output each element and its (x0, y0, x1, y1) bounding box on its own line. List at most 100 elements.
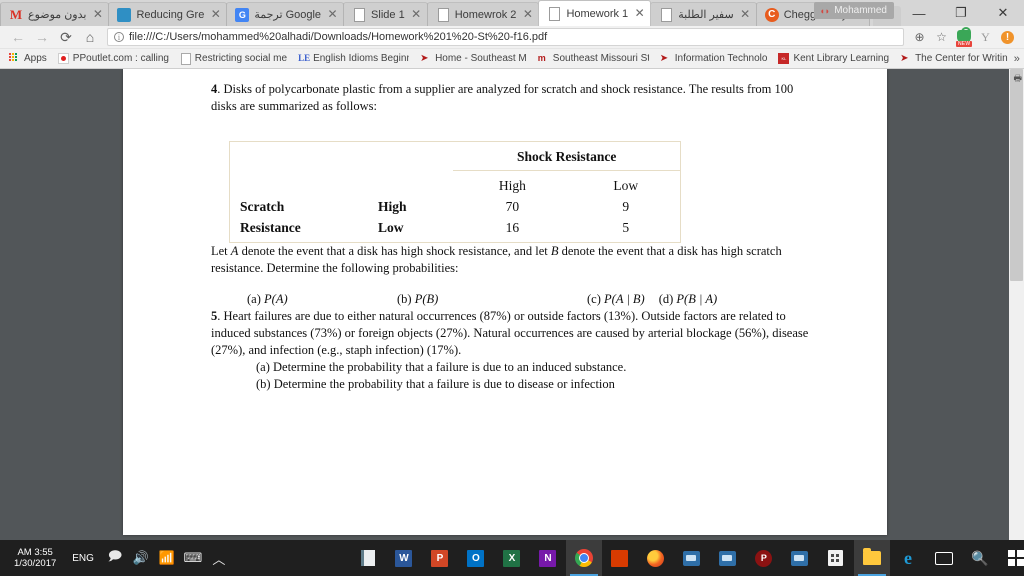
taskbar-item-task-view[interactable] (926, 540, 962, 576)
taskbar-item-chrome[interactable] (565, 540, 602, 576)
taskbar-item-excel[interactable]: X (494, 540, 530, 576)
taskbar-item-teamviewer[interactable] (674, 540, 710, 576)
keyboard-icon[interactable]: ⌨ (180, 540, 206, 576)
taskbar-item-file-explorer[interactable] (853, 540, 890, 576)
address-bar[interactable]: i file:///C:/Users/mohammed%20alhadi/Dow… (107, 28, 904, 46)
extension-alert-icon[interactable]: ! (997, 27, 1018, 48)
row-label-low: Low (378, 220, 404, 235)
event-var-b: B (550, 244, 559, 258)
maximize-button[interactable]: ❐ (940, 0, 982, 26)
home-icon[interactable]: ⌂ (78, 26, 102, 48)
print-icon[interactable]: 🖶 (1014, 71, 1023, 87)
back-icon[interactable]: ← (6, 26, 30, 48)
language-indicator[interactable]: ENG (64, 553, 102, 564)
tab-label: Homework 1 (566, 7, 629, 20)
close-icon[interactable]: ✕ (739, 8, 752, 21)
pdf-scrollbar-thumb[interactable] (1010, 69, 1023, 281)
table-empty-cell (370, 171, 453, 197)
clock[interactable]: AM 3:55 1/30/2017 (6, 547, 64, 569)
taskbar-item-office[interactable] (602, 540, 638, 576)
taskbar-item-outlook[interactable]: O (458, 540, 494, 576)
close-icon[interactable]: ✕ (521, 8, 534, 21)
address-bar-url: file:///C:/Users/mohammed%20alhadi/Downl… (129, 31, 548, 43)
extension-yahoo-icon[interactable]: Y (975, 27, 996, 48)
taskbar-item-onenote[interactable]: N (530, 540, 566, 576)
bookmark-kent-library[interactable]: KL Kent Library Learning (773, 52, 894, 65)
action-center-icon[interactable]: 🗩 (102, 540, 128, 576)
part-d-expr-var: B | A (688, 292, 713, 306)
bookmark-home-southeast[interactable]: ➤ Home - Southeast M (415, 52, 532, 65)
bookmark-label: Information Technolo (674, 53, 768, 64)
profile-button[interactable]: ◖◗ Mohammed (814, 2, 894, 19)
taskbar-item-start[interactable] (998, 540, 1024, 576)
bookmark-english-idioms[interactable]: LE English Idioms Beginn (293, 52, 414, 65)
question-5-body: . Heart failures are due to either natur… (211, 309, 809, 357)
bookmark-southeast-missouri-state[interactable]: m Southeast Missouri St (533, 52, 654, 65)
bookmark-restricting-social-media[interactable]: Restricting social me (175, 52, 292, 65)
firefox-icon (647, 549, 665, 567)
taskbar-item-edge[interactable]: e (890, 540, 926, 576)
taskbar-item-search[interactable]: 🔍 (962, 540, 998, 576)
taskbar-item-text-editor[interactable] (350, 540, 386, 576)
forward-icon[interactable]: → (30, 26, 54, 48)
taskbar-item-firefox[interactable] (638, 540, 674, 576)
part-a-expr-pre: P( (264, 292, 276, 306)
show-hidden-icons-chevron[interactable]: ︿ (206, 540, 232, 576)
close-icon[interactable]: ✕ (209, 8, 222, 21)
pdf-scrollbar[interactable] (1009, 69, 1024, 540)
extension-lock-icon[interactable]: NEW (953, 27, 974, 48)
part-b: (b) P(B) (397, 291, 587, 308)
row-group-label-scratch: Scratch (240, 199, 285, 214)
page-info-icon[interactable]: i (114, 32, 124, 42)
chrome-browser-window: M بدون موضوع ✕ Reducing Gre ✕ G ترجمة Go… (0, 0, 1024, 540)
profile-icon: ◖◗ (819, 5, 831, 16)
contingency-table: Shock Resistance High Low Scratch High 7… (229, 141, 681, 243)
bookmark-label: PPoutlet.com : calling (72, 53, 169, 64)
tab-homework-1[interactable]: Homework 1 ✕ (538, 0, 652, 26)
taskbar-apps: W P O X N P e 🔍 (350, 540, 1024, 576)
zoom-icon[interactable]: ⊕ (909, 27, 930, 48)
pdf-icon: P (755, 549, 773, 567)
close-icon[interactable]: ✕ (91, 8, 104, 21)
close-icon[interactable]: ✕ (326, 8, 339, 21)
taskbar-item-powerpoint[interactable]: P (422, 540, 458, 576)
onenote-icon: N (539, 549, 557, 567)
taskbar-item-teamviewer-2[interactable] (710, 540, 746, 576)
tab-google-translate[interactable]: G ترجمة Google ✕ (226, 2, 345, 26)
tab-homework-2[interactable]: Homewrok 2 ✕ (426, 2, 540, 26)
close-icon[interactable]: ✕ (633, 7, 646, 20)
question-4-definitions: Let A denote the event that a disk has h… (211, 243, 811, 277)
volume-icon[interactable]: 🔊 (128, 540, 154, 576)
close-icon[interactable]: ✕ (410, 8, 423, 21)
clock-time: AM 3:55 (17, 547, 53, 558)
bookmarks-overflow-icon[interactable]: » (1014, 53, 1024, 65)
tab-gmail[interactable]: M بدون موضوع ✕ (0, 2, 110, 26)
taskbar-item-pdf-reader[interactable]: P (746, 540, 782, 576)
tab-reducing-greenhouse[interactable]: Reducing Gre ✕ (108, 2, 228, 26)
bookmark-label: Southeast Missouri St (552, 53, 649, 64)
reload-icon[interactable]: ⟳ (54, 26, 78, 48)
taskbar-item-store[interactable] (818, 540, 854, 576)
bookmark-apps[interactable]: Apps (4, 52, 52, 65)
taskbar-item-remote-desktop[interactable] (782, 540, 818, 576)
bookmark-center-for-writing[interactable]: ➤ The Center for Writin (895, 52, 1013, 65)
table-row: High Low (230, 171, 680, 197)
chegg-icon: C (764, 7, 779, 22)
bookmarks-bar: Apps PPoutlet.com : calling Restricting … (0, 49, 1024, 69)
minimize-button[interactable]: ― (898, 0, 940, 26)
powerpoint-icon: P (431, 549, 449, 567)
bookmark-ppoutlet[interactable]: PPoutlet.com : calling (53, 52, 174, 65)
taskbar-item-word[interactable]: W (386, 540, 422, 576)
bookmark-label: Apps (24, 53, 47, 64)
bookmark-information-technology[interactable]: ➤ Information Technolo (655, 52, 773, 65)
editor-icon (360, 550, 375, 566)
tab-safir-altalaba[interactable]: سفير الطلبة ✕ (650, 2, 757, 26)
bookmark-star-icon[interactable]: ☆ (931, 27, 952, 48)
window-controls: ― ❐ ✕ (898, 0, 1024, 26)
tab-label: Slide 1 (371, 8, 405, 21)
wifi-icon[interactable]: 📶 (154, 540, 180, 576)
close-window-button[interactable]: ✕ (982, 0, 1024, 26)
document-content: 4. Disks of polycarbonate plastic from a… (211, 81, 831, 393)
cell-high-low: 9 (622, 199, 630, 214)
tab-slide-1[interactable]: Slide 1 ✕ (343, 2, 428, 26)
